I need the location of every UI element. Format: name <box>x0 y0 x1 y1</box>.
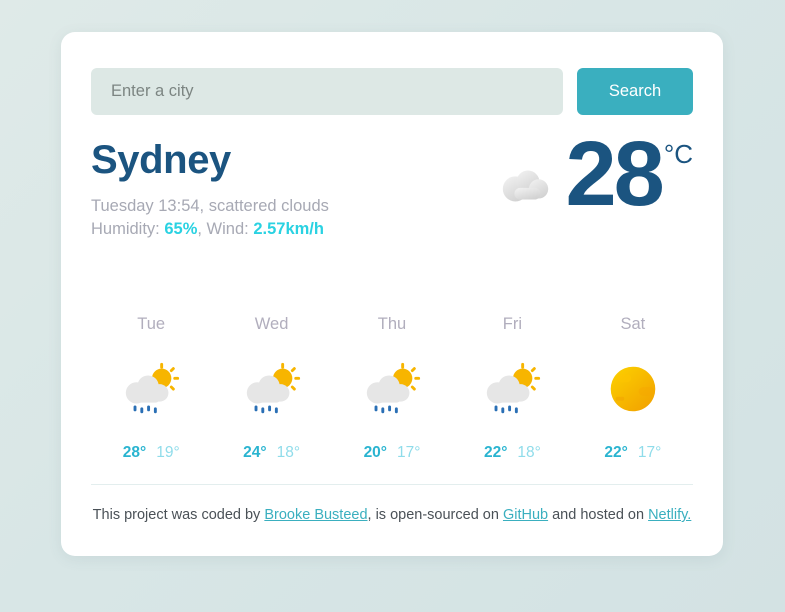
rain-sun-cloud-icon <box>246 362 300 414</box>
rain-sun-cloud-icon <box>487 362 541 414</box>
forecast-row: Tue 28° 19° Wed 24° 18° Thu 20° 17° Fri … <box>91 315 693 462</box>
wind-label: , Wind: <box>197 220 254 239</box>
forecast-day-tue: Tue 28° 19° <box>91 315 211 462</box>
footer-divider <box>91 484 693 485</box>
forecast-temp-min: 19° <box>156 444 180 461</box>
forecast-temp-max: 22° <box>483 444 508 461</box>
footer-text-2: , is open-sourced on <box>367 507 503 523</box>
weather-card: Search Sydney Tuesday 13:54, scattered c… <box>61 32 723 556</box>
current-temperature-group: 28 °C <box>495 123 693 225</box>
github-link[interactable]: GitHub <box>503 507 548 523</box>
current-temperature: 28 <box>565 123 664 225</box>
forecast-day-label: Thu <box>377 315 407 333</box>
sun-icon <box>610 366 656 412</box>
forecast-temp-min: 18° <box>276 444 301 461</box>
footer: This project was coded by Brooke Busteed… <box>91 507 693 523</box>
search-input[interactable] <box>91 68 563 115</box>
cloud-icon <box>503 170 549 202</box>
forecast-temp-max: 28° <box>122 444 147 461</box>
footer-text-3: and hosted on <box>548 507 649 523</box>
forecast-day-label: Sat <box>620 315 646 333</box>
forecast-temp-min: 17° <box>637 444 662 461</box>
humidity-label: Humidity: <box>91 220 165 239</box>
forecast-day-wed: Wed 24° 18° <box>211 315 331 462</box>
forecast-day-fri: Fri 22° 18° <box>452 315 572 462</box>
wind-value: 2.57km/h <box>253 220 324 239</box>
forecast-temp-max: 20° <box>363 444 388 461</box>
rain-sun-cloud-icon <box>126 362 180 414</box>
forecast-day-sat: Sat 22° 17° <box>573 315 693 462</box>
rain-sun-cloud-icon <box>366 362 421 414</box>
forecast-temp-max: 24° <box>243 444 267 461</box>
forecast-day-label: Fri <box>502 315 523 333</box>
humidity-value: 65% <box>164 220 198 239</box>
forecast-day-label: Tue <box>137 315 166 333</box>
footer-text-1: This project was coded by <box>92 507 265 523</box>
search-form: Search <box>91 32 693 115</box>
search-button[interactable]: Search <box>577 68 693 115</box>
current-weather: Sydney Tuesday 13:54, scattered clouds H… <box>91 128 693 259</box>
forecast-temp-min: 17° <box>397 444 421 461</box>
temperature-unit: °C <box>663 139 693 169</box>
forecast-temp-min: 18° <box>517 444 541 461</box>
netlify-link[interactable]: Netlify. <box>648 507 691 523</box>
forecast-day-label: Wed <box>254 315 289 333</box>
author-link[interactable]: Brooke Busteed <box>264 507 367 523</box>
forecast-day-thu: Thu 20° 17° <box>332 315 452 462</box>
forecast-temp-max: 22° <box>604 444 628 461</box>
